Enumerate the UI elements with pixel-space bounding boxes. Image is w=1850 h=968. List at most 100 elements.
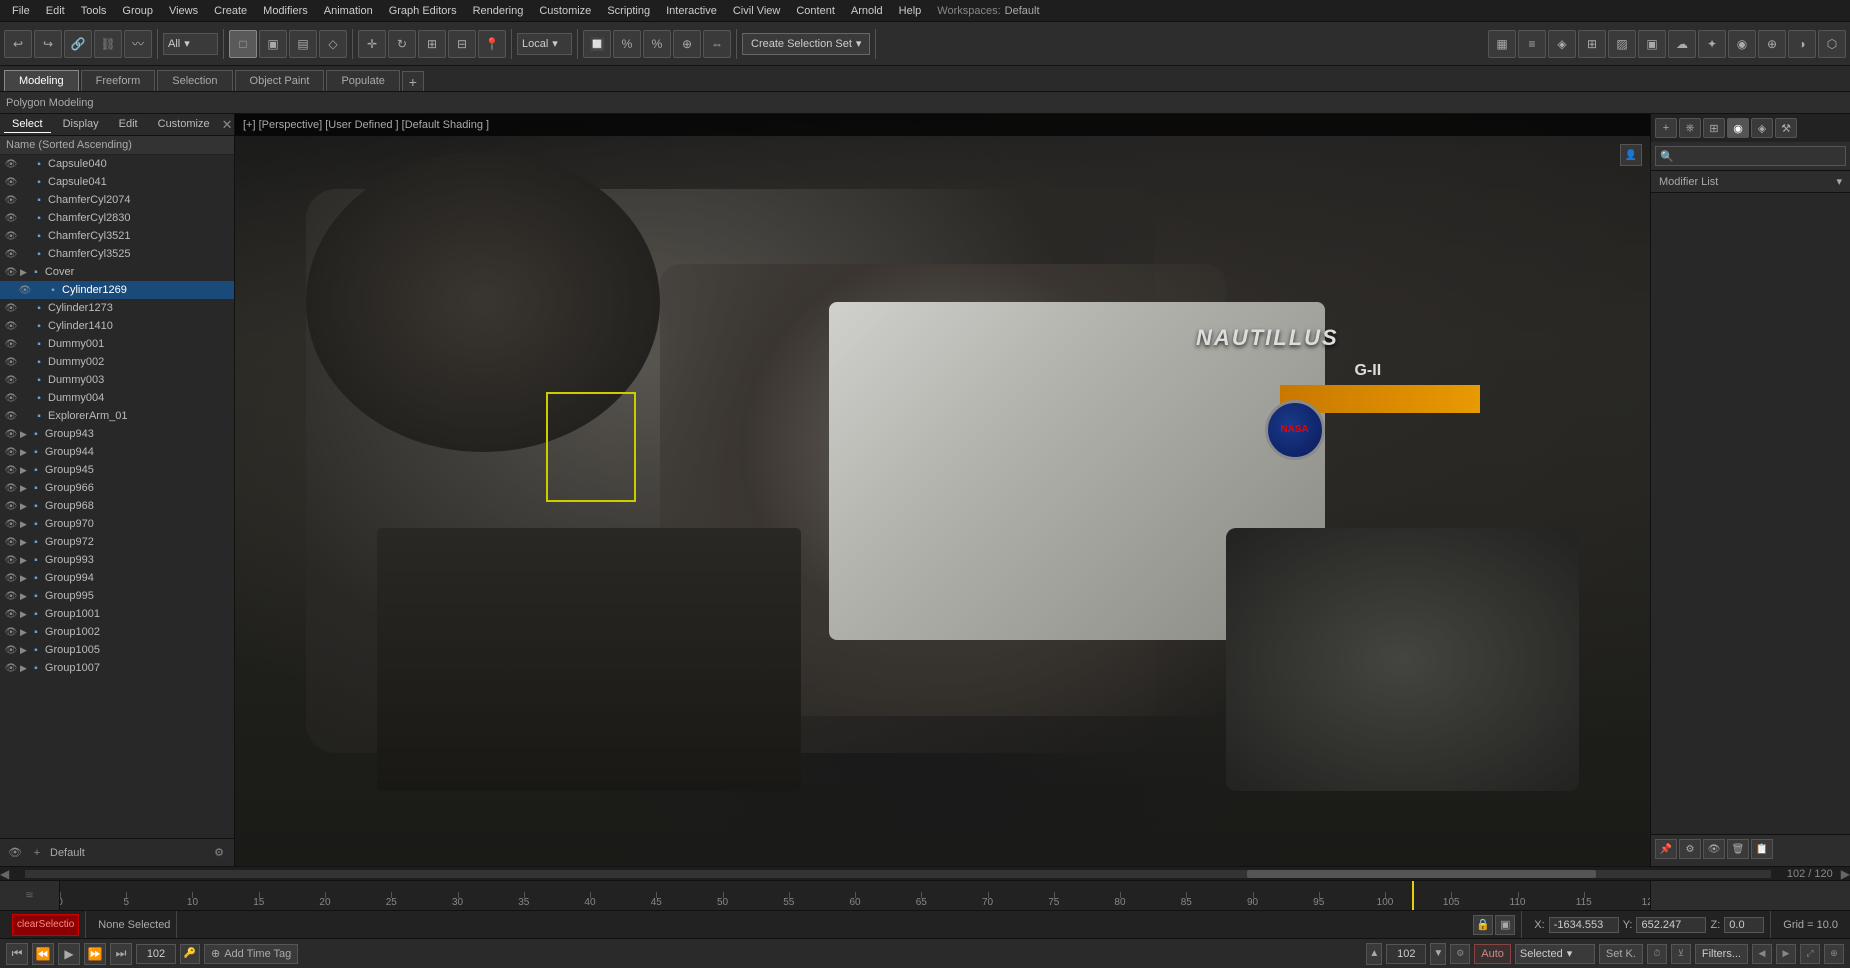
menu-edit[interactable]: Edit xyxy=(38,3,73,19)
modifier-show-button[interactable]: 👁 xyxy=(1703,839,1725,859)
eye-icon-21[interactable]: 👁 xyxy=(4,537,18,548)
eye-icon-11[interactable]: 👁 xyxy=(4,357,18,368)
menu-content[interactable]: Content xyxy=(788,3,843,19)
eye-icon-23[interactable]: 👁 xyxy=(4,573,18,584)
select-region-button[interactable]: ▣ xyxy=(259,30,287,58)
modifier-pin-button[interactable]: 📌 xyxy=(1655,839,1677,859)
menu-create[interactable]: Create xyxy=(206,3,255,19)
scroll-left-button[interactable]: ◀ xyxy=(0,867,9,881)
menu-scripting[interactable]: Scripting xyxy=(599,3,658,19)
expand-anim-icon[interactable]: ⤢ xyxy=(1800,944,1820,964)
eye-icon-13[interactable]: 👁 xyxy=(4,393,18,404)
menu-help[interactable]: Help xyxy=(891,3,930,19)
scene-item-group1002[interactable]: 👁▶▪Group1002 xyxy=(0,623,234,641)
scene-item-dummy003[interactable]: 👁▪Dummy003 xyxy=(0,371,234,389)
tab-object-paint[interactable]: Object Paint xyxy=(235,70,325,91)
material-map-button[interactable]: ⬡ xyxy=(1818,30,1846,58)
scale-button[interactable]: ⊞ xyxy=(418,30,446,58)
coordinate-dropdown[interactable]: Local ▾ xyxy=(517,33,572,55)
place-button[interactable]: 📍 xyxy=(478,30,506,58)
eye-icon-22[interactable]: 👁 xyxy=(4,555,18,566)
scene-item-group968[interactable]: 👁▶▪Group968 xyxy=(0,497,234,515)
scene-tab-customize[interactable]: Customize xyxy=(150,116,218,133)
eye-icon-8[interactable]: 👁 xyxy=(4,303,18,314)
scene-item-capsule041[interactable]: 👁▪Capsule041 xyxy=(0,173,234,191)
link-button[interactable]: 🔗 xyxy=(64,30,92,58)
modifier-delete-button[interactable]: 🗑 xyxy=(1727,839,1749,859)
frame-up-button[interactable]: ▲ xyxy=(1366,943,1382,965)
scene-item-group945[interactable]: 👁▶▪Group945 xyxy=(0,461,234,479)
eye-icon-10[interactable]: 👁 xyxy=(4,339,18,350)
window-crossing-button[interactable]: ▤ xyxy=(289,30,317,58)
set-key-button[interactable]: Set K. xyxy=(1599,944,1643,964)
tab-selection[interactable]: Selection xyxy=(157,70,232,91)
modifier-search-input[interactable]: 🔍 xyxy=(1655,146,1846,166)
freehand-select-button[interactable]: ◇ xyxy=(319,30,347,58)
layer-settings-icon[interactable]: ⚙ xyxy=(210,844,228,862)
scene-item-group966[interactable]: 👁▶▪Group966 xyxy=(0,479,234,497)
menu-tools[interactable]: Tools xyxy=(73,3,115,19)
expand-icon-6[interactable]: ▶ xyxy=(20,267,27,278)
filter-icon[interactable]: ⊻ xyxy=(1671,944,1691,964)
scene-item-cylinder1269[interactable]: 👁▪Cylinder1269 xyxy=(0,281,234,299)
scene-tab-display[interactable]: Display xyxy=(55,116,107,133)
render-settings-button[interactable]: ⊞ xyxy=(1578,30,1606,58)
y-value[interactable]: 652.247 xyxy=(1636,917,1706,933)
scene-item-group944[interactable]: 👁▶▪Group944 xyxy=(0,443,234,461)
menu-interactive[interactable]: Interactive xyxy=(658,3,725,19)
eye-icon-6[interactable]: 👁 xyxy=(4,267,18,278)
time-config-icon[interactable]: ⚙ xyxy=(1450,944,1470,964)
eye-icon-20[interactable]: 👁 xyxy=(4,519,18,530)
eye-icon-2[interactable]: 👁 xyxy=(4,195,18,206)
menu-file[interactable]: File xyxy=(4,3,38,19)
scene-item-chamfercyl2074[interactable]: 👁▪ChamferCyl2074 xyxy=(0,191,234,209)
modifier-copy-button[interactable]: 📋 xyxy=(1751,839,1773,859)
tab-freeform[interactable]: Freeform xyxy=(81,70,156,91)
timeline-ruler[interactable]: 0510152025303540455055606570758085909510… xyxy=(60,881,1650,910)
redo-button[interactable]: ↪ xyxy=(34,30,62,58)
key-mode-icon[interactable]: 🔑 xyxy=(180,944,200,964)
render-message-button[interactable]: ⊕ xyxy=(1758,30,1786,58)
scene-item-cylinder1273[interactable]: 👁▪Cylinder1273 xyxy=(0,299,234,317)
scene-item-group943[interactable]: 👁▶▪Group943 xyxy=(0,425,234,443)
eye-icon-9[interactable]: 👁 xyxy=(4,321,18,332)
create-selection-set-button[interactable]: Create Selection Set ▾ xyxy=(742,33,870,55)
scroll-right-button[interactable]: ▶ xyxy=(1841,867,1850,881)
scene-item-dummy004[interactable]: 👁▪Dummy004 xyxy=(0,389,234,407)
scene-item-dummy002[interactable]: 👁▪Dummy002 xyxy=(0,353,234,371)
environment-button[interactable]: ☁ xyxy=(1668,30,1696,58)
create-tab-button[interactable]: + xyxy=(1655,118,1677,138)
selected-set-dropdown[interactable]: Selected ▾ xyxy=(1515,944,1595,964)
expand-icon-18[interactable]: ▶ xyxy=(20,483,27,494)
play-button[interactable]: ▶ xyxy=(58,943,80,965)
effects-button[interactable]: ✦ xyxy=(1698,30,1726,58)
eye-icon-28[interactable]: 👁 xyxy=(4,663,18,674)
quick-render-button[interactable]: ▣ xyxy=(1638,30,1666,58)
motion-tab-button[interactable]: ◉ xyxy=(1727,118,1749,138)
menu-group[interactable]: Group xyxy=(114,3,161,19)
eye-icon-15[interactable]: 👁 xyxy=(4,429,18,440)
rotate-button[interactable]: ↻ xyxy=(388,30,416,58)
expand-icon-20[interactable]: ▶ xyxy=(20,519,27,530)
eye-icon-25[interactable]: 👁 xyxy=(4,609,18,620)
scene-item-group995[interactable]: 👁▶▪Group995 xyxy=(0,587,234,605)
expand-icon-26[interactable]: ▶ xyxy=(20,627,27,638)
expand-icon-22[interactable]: ▶ xyxy=(20,555,27,566)
unlink-button[interactable]: ⛓ xyxy=(94,30,122,58)
eye-icon-27[interactable]: 👁 xyxy=(4,645,18,656)
scene-item-chamfercyl3525[interactable]: 👁▪ChamferCyl3525 xyxy=(0,245,234,263)
current-frame-input[interactable]: 102 xyxy=(1386,944,1426,964)
bind-button[interactable]: 〰 xyxy=(124,30,152,58)
hierarchy-tab-button[interactable]: ⊞ xyxy=(1703,118,1725,138)
more-anim-icon[interactable]: ⊕ xyxy=(1824,944,1844,964)
scene-item-group1005[interactable]: 👁▶▪Group1005 xyxy=(0,641,234,659)
eye-icon-24[interactable]: 👁 xyxy=(4,591,18,602)
z-value[interactable]: 0.0 xyxy=(1724,917,1764,933)
clear-selection-button[interactable]: clearSelectio xyxy=(12,914,79,936)
tab-modeling[interactable]: Modeling xyxy=(4,70,79,91)
render-frame-button[interactable]: ▨ xyxy=(1608,30,1636,58)
display-tab-button[interactable]: ◈ xyxy=(1751,118,1773,138)
auto-key-button[interactable]: Auto xyxy=(1474,944,1511,964)
arrow-right-anim-icon[interactable]: ▶ xyxy=(1776,944,1796,964)
filters-button[interactable]: Filters... xyxy=(1695,944,1748,964)
